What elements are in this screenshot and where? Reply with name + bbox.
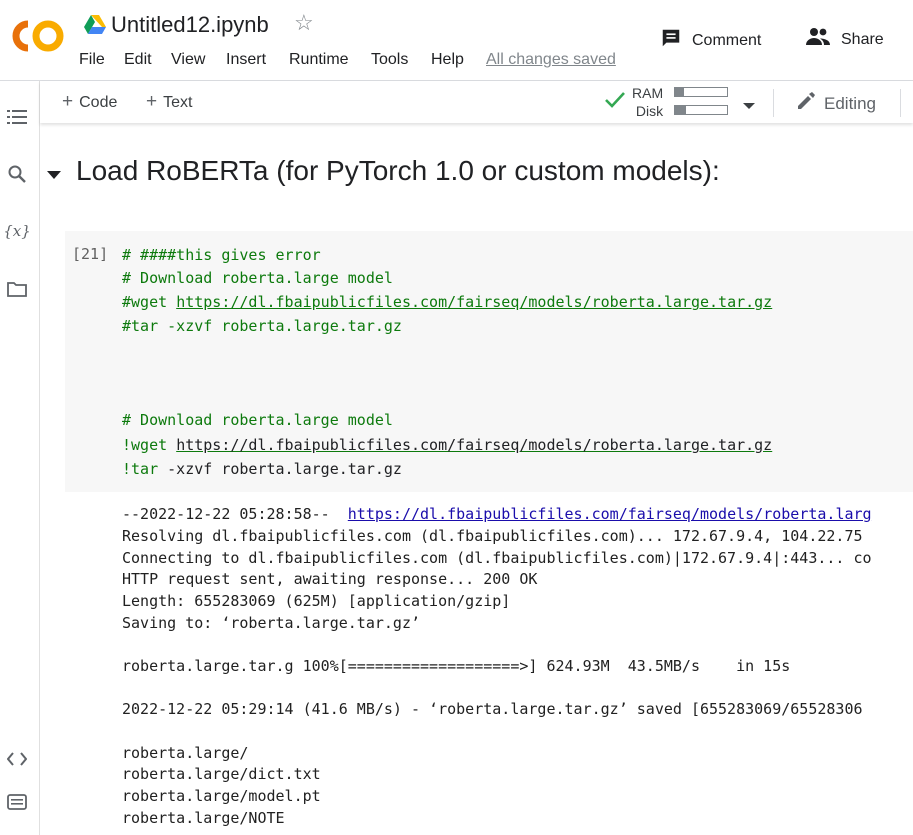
code-text: !wget [122, 436, 177, 454]
comment-button[interactable]: Comment [660, 27, 761, 54]
editing-mode-button[interactable]: Editing [796, 91, 876, 116]
comment-icon [660, 27, 682, 54]
connected-check-icon [604, 91, 626, 114]
menu-edit[interactable]: Edit [124, 51, 152, 69]
colab-logo[interactable] [8, 16, 64, 56]
notebook-title[interactable]: Untitled12.ipynb [111, 12, 269, 38]
ram-meter-fill [675, 88, 685, 96]
code-text: !tar [122, 460, 159, 478]
table-of-contents-icon[interactable] [6, 106, 28, 128]
star-icon[interactable]: ☆ [294, 10, 314, 36]
code-line: !wget https://dl.fbaipublicfiles.com/fai… [122, 435, 772, 455]
code-line: !tar -xzvf roberta.large.tar.gz [122, 459, 402, 479]
section-collapse-caret-icon[interactable] [46, 167, 62, 185]
add-code-label: Code [79, 94, 118, 111]
output-line: Length: 655283069 (625M) [application/gz… [122, 592, 511, 610]
output-line: 2022-12-22 05:29:14 (41.6 MB/s) - ‘rober… [122, 700, 863, 718]
code-line: #tar -xzvf roberta.large.tar.gz [122, 317, 402, 335]
logo-text: CO [8, 22, 10, 23]
menu-file[interactable]: File [79, 51, 105, 69]
plus-icon: + [146, 91, 158, 112]
menu-runtime[interactable]: Runtime [289, 51, 349, 69]
disk-label: Disk [635, 103, 664, 119]
disk-meter-fill [675, 106, 687, 114]
output-line: --2022-12-22 05:28:58-- https://dl.fbaip… [122, 505, 872, 523]
add-text-button[interactable]: + Text [146, 91, 192, 113]
save-status-link[interactable]: All changes saved [486, 51, 616, 69]
code-snippets-icon[interactable] [6, 748, 28, 770]
output-line: roberta.large/dict.txt [122, 765, 321, 783]
people-icon [805, 27, 831, 52]
section-heading: Load RoBERTa (for PyTorch 1.0 or custom … [76, 155, 720, 186]
menu-tools[interactable]: Tools [371, 51, 408, 69]
code-line: # Download roberta.large model [122, 411, 393, 429]
output-line: HTTP request sent, awaiting response... … [122, 570, 538, 588]
menu-insert[interactable]: Insert [226, 51, 266, 69]
code-text: -xzvf roberta.large.tar.gz [158, 460, 402, 478]
disk-meter[interactable] [674, 105, 728, 115]
google-drive-icon [84, 15, 106, 40]
ram-label: RAM [632, 85, 664, 101]
left-sidebar [0, 81, 40, 835]
output-line: roberta.large/ [122, 744, 249, 762]
comment-label: Comment [692, 31, 762, 49]
output-line: Saving to: ‘roberta.large.tar.gz’ [122, 614, 421, 632]
menu-view[interactable]: View [171, 51, 205, 69]
output-line: Connecting to dl.fbaipublicfiles.com (dl… [122, 549, 872, 567]
output-line: roberta.large/NOTE [122, 809, 285, 827]
output-text: --2022-12-22 05:28:58-- [122, 505, 348, 523]
search-icon[interactable] [6, 163, 28, 185]
pencil-icon [796, 91, 816, 116]
output-line: Resolving dl.fbaipublicfiles.com (dl.fba… [122, 527, 863, 545]
output-line: roberta.large/model.pt [122, 787, 321, 805]
toolbar-divider [900, 89, 901, 117]
add-text-label: Text [163, 94, 193, 111]
toolbar-divider [773, 89, 774, 117]
editing-label: Editing [824, 93, 876, 113]
resource-labels: RAM Disk [632, 84, 663, 120]
code-text: #wget [122, 293, 177, 311]
folder-icon[interactable] [6, 278, 28, 300]
output-line: roberta.large.tar.g 100%[===============… [122, 657, 791, 675]
code-url-link[interactable]: https://dl.fbaipublicfiles.com/fairseq/m… [176, 436, 772, 454]
share-label: Share [841, 30, 884, 48]
plus-icon: + [62, 91, 74, 112]
execution-count[interactable]: [21] [72, 245, 108, 263]
add-code-button[interactable]: + Code [62, 91, 117, 113]
menu-help[interactable]: Help [431, 51, 464, 69]
code-line: #wget https://dl.fbaipublicfiles.com/fai… [122, 292, 772, 312]
output-url-link[interactable]: https://dl.fbaipublicfiles.com/fairseq/m… [348, 505, 872, 523]
share-button[interactable]: Share [805, 27, 884, 52]
chevron-down-icon[interactable] [742, 97, 756, 115]
ram-meter[interactable] [674, 87, 728, 97]
command-palette-icon[interactable] [6, 791, 28, 813]
variables-icon[interactable]: {x} [3, 220, 31, 242]
code-line: # ####this gives error [122, 246, 321, 264]
code-url-link[interactable]: https://dl.fbaipublicfiles.com/fairseq/m… [176, 293, 772, 311]
code-line: # Download roberta.large model [122, 269, 393, 287]
